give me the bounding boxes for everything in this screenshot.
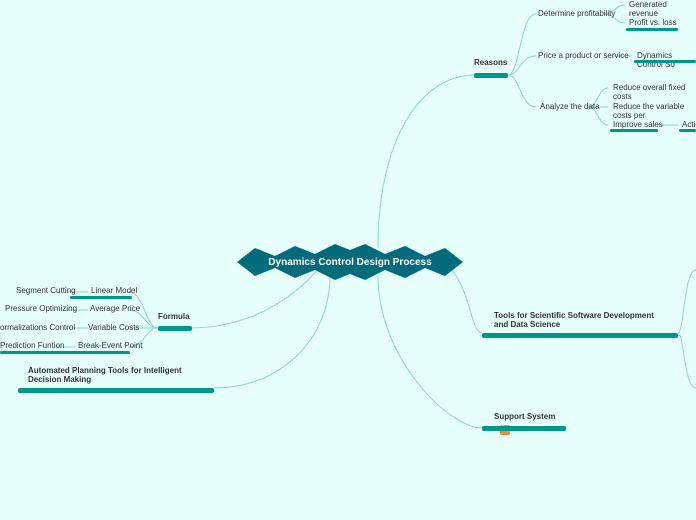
underline-reasons bbox=[474, 73, 508, 78]
central-node[interactable]: Dynamics Control Design Process bbox=[237, 238, 463, 286]
topic-average-price[interactable]: Average Price bbox=[90, 304, 140, 317]
topic-determine-profitability[interactable]: Determine profitability bbox=[538, 9, 615, 22]
underline-improve-sales bbox=[610, 129, 658, 132]
topic-segment-cutting[interactable]: Segment Cutting bbox=[16, 286, 76, 299]
topic-support-system[interactable]: Support System bbox=[494, 412, 555, 435]
topic-formula[interactable]: Formula bbox=[158, 312, 190, 325]
topic-normalizations-control[interactable]: ormalizations Control bbox=[0, 323, 75, 336]
underline-support-system bbox=[482, 426, 566, 431]
topic-automated-planning[interactable]: Automated Planning Tools for Intelligent… bbox=[28, 366, 198, 388]
topic-prediction-funtion[interactable]: Prediction Funtion bbox=[0, 341, 64, 354]
topic-tools-sci[interactable]: Tools for Scientific Software Developmen… bbox=[494, 311, 664, 333]
topic-price-product[interactable]: Price a product or service bbox=[538, 51, 629, 64]
underline-formula bbox=[158, 326, 192, 331]
underline-tools-sci bbox=[482, 333, 678, 338]
underline-dynamics-control-so bbox=[634, 60, 696, 63]
topic-pressure-optimizing[interactable]: Pressure Optimizing bbox=[5, 304, 77, 317]
underline-linear-model bbox=[70, 296, 132, 299]
topic-reasons[interactable]: Reasons bbox=[474, 58, 507, 71]
topic-analyze-data[interactable]: Analyze the data bbox=[540, 102, 600, 115]
underline-profit-vs-loss bbox=[626, 28, 678, 31]
underline-automated-planning bbox=[18, 388, 214, 393]
central-node-label: Dynamics Control Design Process bbox=[268, 257, 431, 268]
topic-variable-costs[interactable]: Variable Costs bbox=[88, 323, 139, 336]
underline-actio bbox=[679, 129, 696, 132]
